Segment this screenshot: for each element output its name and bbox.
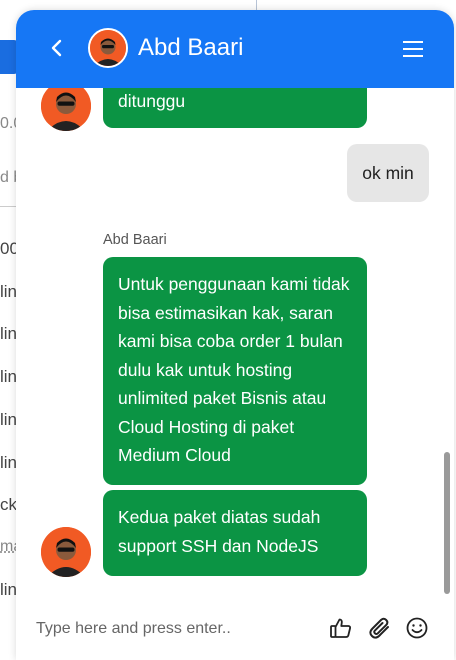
message-sender: Abd Baari: [103, 232, 167, 248]
hamburger-menu-icon[interactable]: [402, 40, 424, 58]
background-text: lin: [0, 324, 18, 343]
thumbs-up-icon[interactable]: [329, 616, 353, 640]
message-text: ditunggu: [118, 91, 186, 111]
chevron-left-icon[interactable]: [46, 36, 68, 60]
message-text: Kedua paket diatas sudah support SSH dan…: [118, 507, 321, 556]
background-text: lin: [0, 410, 18, 429]
smiley-icon[interactable]: [405, 616, 429, 640]
paperclip-icon[interactable]: [368, 616, 392, 640]
message-text: ok min: [362, 163, 414, 183]
background-divider: [0, 206, 16, 207]
agent-message-bubble: Kedua paket diatas sudah support SSH dan…: [103, 490, 367, 576]
message-input[interactable]: [36, 616, 326, 642]
background-text: ck: [0, 495, 17, 514]
agent-avatar: [41, 88, 91, 131]
background-text: lin: [0, 453, 18, 472]
agent-avatar: [41, 527, 91, 577]
agent-message-bubble: ditunggu: [103, 88, 367, 128]
chat-widget: Abd Baari ditunggu ok min Abd Baari Untu…: [16, 10, 454, 660]
message-text: Untuk penggunaan kami tidak bisa estimas…: [118, 274, 350, 465]
message-composer: [16, 608, 454, 650]
agent-avatar: [88, 28, 128, 68]
message-scrollbar[interactable]: [444, 452, 450, 594]
chat-header: Abd Baari: [16, 10, 454, 88]
message-list[interactable]: ditunggu ok min Abd Baari Untuk pengguna…: [16, 88, 454, 600]
user-message-bubble: ok min: [347, 144, 429, 202]
agent-message-bubble: Untuk penggunaan kami tidak bisa estimas…: [103, 257, 367, 485]
background-text: lin: [0, 580, 18, 599]
agent-name: Abd Baari: [138, 34, 244, 61]
background-text: lin: [0, 367, 18, 386]
background-text: lin: [0, 282, 18, 301]
